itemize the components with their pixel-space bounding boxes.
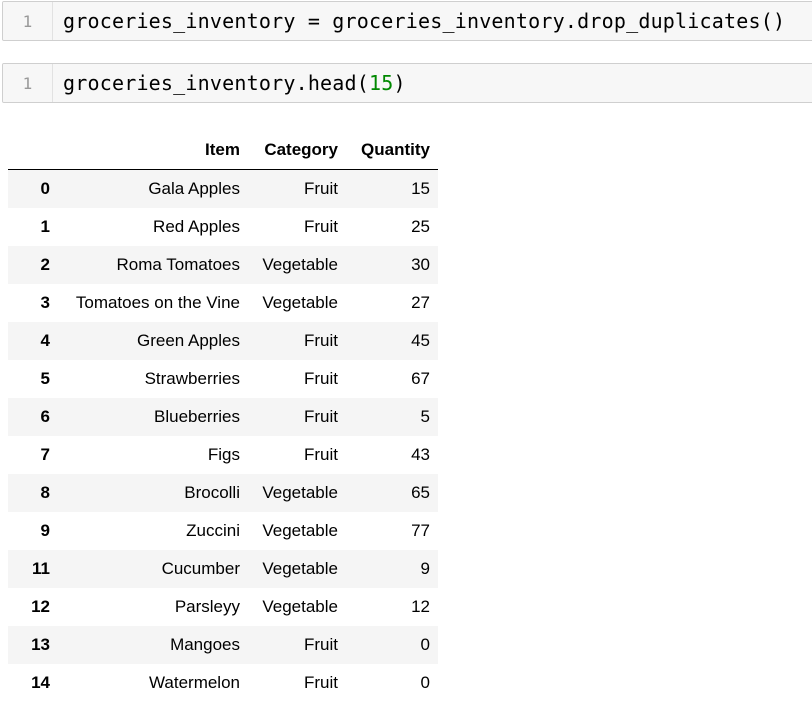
cell-quantity: 67 [411, 369, 430, 388]
cell-category: Vegetable [262, 559, 338, 578]
cell-item: Green Apples [136, 331, 240, 350]
cell-quantity: 0 [420, 635, 430, 654]
cell-category: Fruit [304, 217, 338, 236]
cell-category: Fruit [304, 673, 338, 692]
column-header-quantity: Quantity [346, 131, 438, 170]
cell-quantity: 27 [411, 293, 430, 312]
table-row: 11 Cucumber Vegetable 9 [8, 550, 438, 588]
code-line[interactable]: groceries_inventory.head(15) [53, 71, 406, 95]
row-index: 2 [40, 255, 50, 274]
row-index: 7 [40, 445, 50, 464]
cell-quantity: 12 [411, 597, 430, 616]
cell-item: Zuccini [186, 521, 240, 540]
row-index: 13 [31, 635, 50, 654]
cell-category: Vegetable [262, 293, 338, 312]
table-row: 14 Watermelon Fruit 0 [8, 664, 438, 702]
table-body: 0 Gala Apples Fruit 15 1 Red Apples Fruit 25 2 Ro… [8, 169, 438, 702]
code-prefix: groceries_inventory.head( [63, 71, 370, 95]
cell-item: Roma Tomatoes [116, 255, 240, 274]
cell-item: Parsleyy [174, 597, 240, 616]
table-row: 3 Tomatoes on the Vine Vegetable 27 [8, 284, 438, 322]
row-index: 11 [32, 559, 50, 578]
cell-category: Fruit [304, 179, 338, 198]
table-row: 4 Green Apples Fruit 45 [8, 322, 438, 360]
cell-item: Figs [207, 445, 240, 464]
line-number: 1 [3, 64, 53, 102]
row-index: 5 [40, 369, 50, 388]
cell-item: Mangoes [170, 635, 240, 654]
cell-quantity: 77 [411, 521, 430, 540]
table-row: 5 Strawberries Fruit 67 [8, 360, 438, 398]
row-index: 3 [40, 293, 50, 312]
row-index: 12 [31, 597, 50, 616]
row-index: 4 [40, 331, 50, 350]
cell-quantity: 15 [411, 179, 430, 198]
cell-quantity: 65 [411, 483, 430, 502]
table-row: 8 Brocolli Vegetable 65 [8, 474, 438, 512]
cell-quantity: 5 [420, 407, 430, 426]
cell-item: Strawberries [144, 369, 240, 388]
row-index: 0 [40, 179, 50, 198]
cell-category: Fruit [304, 635, 338, 654]
cell-item: Tomatoes on the Vine [75, 293, 240, 312]
table-row: 9 Zuccini Vegetable 77 [8, 512, 438, 550]
cell-item: Watermelon [148, 673, 240, 692]
index-header [8, 131, 58, 170]
table-row: 1 Red Apples Fruit 25 [8, 208, 438, 246]
code-line[interactable]: groceries_inventory = groceries_inventor… [53, 9, 785, 33]
cell-category: Fruit [304, 331, 338, 350]
row-index: 9 [40, 521, 50, 540]
cell-quantity: 45 [411, 331, 430, 350]
table-row: 12 Parsleyy Vegetable 12 [8, 588, 438, 626]
code-cell-drop-duplicates[interactable]: 1 groceries_inventory = groceries_invent… [2, 1, 812, 41]
row-index: 1 [40, 217, 50, 236]
cell-item: Brocolli [184, 483, 240, 502]
cell-category: Vegetable [262, 521, 338, 540]
row-index: 6 [40, 407, 50, 426]
cell-item: Gala Apples [148, 179, 240, 198]
column-header-category: Category [248, 131, 346, 170]
cell-category: Fruit [304, 445, 338, 464]
cell-item: Blueberries [154, 407, 240, 426]
row-index: 14 [31, 673, 50, 692]
table-row: 7 Figs Fruit 43 [8, 436, 438, 474]
code-cell-head[interactable]: 1 groceries_inventory.head(15) [2, 63, 812, 103]
table-row: 13 Mangoes Fruit 0 [8, 626, 438, 664]
table-row: 2 Roma Tomatoes Vegetable 30 [8, 246, 438, 284]
code-suffix: ) [393, 71, 406, 95]
cell-category: Vegetable [262, 483, 338, 502]
cell-quantity: 43 [411, 445, 430, 464]
cell-category: Vegetable [262, 255, 338, 274]
table-header-row: Item Category Quantity [8, 131, 438, 170]
cell-quantity: 25 [411, 217, 430, 236]
row-index: 8 [40, 483, 50, 502]
cell-quantity: 0 [420, 673, 430, 692]
cell-category: Fruit [304, 407, 338, 426]
cell-quantity: 9 [420, 559, 430, 578]
table-row: 0 Gala Apples Fruit 15 [8, 169, 438, 208]
cell-item: Cucumber [161, 559, 240, 578]
dataframe-output-table: Item Category Quantity 0 Gala Apples Fruit… [8, 131, 438, 702]
line-number: 1 [3, 2, 53, 40]
cell-category: Vegetable [262, 597, 338, 616]
column-header-item: Item [58, 131, 248, 170]
cell-item: Red Apples [153, 217, 240, 236]
table-row: 6 Blueberries Fruit 5 [8, 398, 438, 436]
cell-quantity: 30 [411, 255, 430, 274]
cell-category: Fruit [304, 369, 338, 388]
code-number-literal: 15 [369, 71, 394, 95]
